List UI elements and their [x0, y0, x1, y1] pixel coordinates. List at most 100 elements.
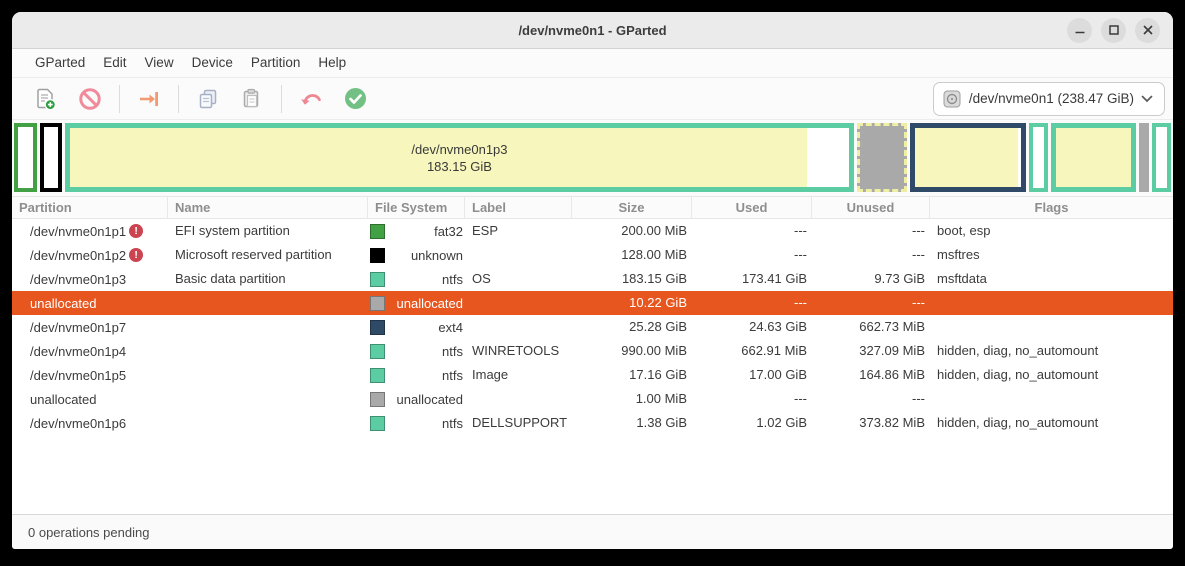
close-button[interactable] — [1135, 18, 1160, 43]
statusbar: 0 operations pending — [12, 514, 1173, 549]
partition-row-nvme0n1p6[interactable]: /dev/nvme0n1p6ntfsDELLSUPPORT1.38 GiB1.0… — [12, 411, 1173, 435]
resize-move-icon — [136, 86, 162, 112]
cell-label — [465, 315, 572, 339]
cell-used: 662.91 MiB — [692, 339, 812, 363]
partition-row-nvme0n1p2[interactable]: /dev/nvme0n1p2!Microsoft reserved partit… — [12, 243, 1173, 267]
titlebar[interactable]: /dev/nvme0n1 - GParted — [12, 12, 1173, 49]
cell-filesystem: ntfs — [368, 267, 465, 291]
partition-row-nvme0n1p1[interactable]: /dev/nvme0n1p1!EFI system partitionfat32… — [12, 219, 1173, 243]
column-header-label[interactable]: Label — [465, 197, 572, 218]
maximize-button[interactable] — [1101, 18, 1126, 43]
column-header-size[interactable]: Size — [572, 197, 692, 218]
column-header-file-system[interactable]: File System — [368, 197, 465, 218]
delete-partition-button[interactable] — [68, 82, 112, 116]
filesystem-name: unallocated — [385, 392, 463, 407]
cell-size: 1.38 GiB — [572, 411, 692, 435]
minimize-button[interactable] — [1067, 18, 1092, 43]
disk-segment-nvme0n1p5[interactable] — [1051, 123, 1136, 192]
new-partition-button[interactable] — [24, 82, 68, 116]
resize-move-button[interactable] — [127, 82, 171, 116]
window-title: /dev/nvme0n1 - GParted — [12, 23, 1173, 38]
cell-filesystem: unallocated — [368, 387, 465, 411]
cell-unused: --- — [812, 243, 930, 267]
partition-row-nvme0n1p7[interactable]: /dev/nvme0n1p7ext425.28 GiB24.63 GiB662.… — [12, 315, 1173, 339]
cell-used: --- — [692, 291, 812, 315]
cell-label: DELLSUPPORT — [465, 411, 572, 435]
menu-item-view[interactable]: View — [136, 49, 183, 77]
cell-label: ESP — [465, 219, 572, 243]
cell-size: 1.00 MiB — [572, 387, 692, 411]
partition-row-unallocated[interactable]: unallocatedunallocated10.22 GiB------ — [12, 291, 1173, 315]
disk-segment-nvme0n1p6[interactable] — [1152, 123, 1171, 192]
disk-segment-nvme0n1p3[interactable]: /dev/nvme0n1p3183.15 GiB — [65, 123, 853, 192]
cell-unused: 373.82 MiB — [812, 411, 930, 435]
cell-unused: 164.86 MiB — [812, 363, 930, 387]
cell-partition: /dev/nvme0n1p3 — [12, 267, 168, 291]
column-header-used[interactable]: Used — [692, 197, 812, 218]
menu-item-edit[interactable]: Edit — [94, 49, 135, 77]
cell-used: 24.63 GiB — [692, 315, 812, 339]
column-header-partition[interactable]: Partition — [12, 197, 168, 218]
filesystem-name: unallocated — [385, 296, 463, 311]
cell-label: WINRETOOLS — [465, 339, 572, 363]
paste-icon — [239, 86, 265, 112]
cell-flags: hidden, diag, no_automount — [930, 411, 1173, 435]
menu-item-partition[interactable]: Partition — [242, 49, 310, 77]
filesystem-color-swatch — [370, 320, 385, 335]
partition-row-nvme0n1p3[interactable]: /dev/nvme0n1p3Basic data partitionntfsOS… — [12, 267, 1173, 291]
disk-segment-nvme0n1p7[interactable] — [910, 123, 1026, 192]
cell-used: 173.41 GiB — [692, 267, 812, 291]
cell-partition: /dev/nvme0n1p2! — [12, 243, 168, 267]
disk-segment-nvme0n1p2[interactable] — [40, 123, 62, 192]
new-partition-icon — [33, 86, 59, 112]
cell-flags — [930, 387, 1173, 411]
disk-segment-nvme0n1p1[interactable] — [14, 123, 37, 192]
cell-label — [465, 243, 572, 267]
cell-used: 1.02 GiB — [692, 411, 812, 435]
column-header-name[interactable]: Name — [168, 197, 368, 218]
undo-icon — [298, 86, 324, 112]
filesystem-name: ntfs — [385, 344, 463, 359]
menu-item-device[interactable]: Device — [183, 49, 242, 77]
cell-flags — [930, 291, 1173, 315]
warning-icon: ! — [129, 224, 143, 238]
filesystem-color-swatch — [370, 344, 385, 359]
menu-item-gparted[interactable]: GParted — [26, 49, 94, 77]
delete-partition-icon — [77, 86, 103, 112]
copy-button[interactable] — [186, 82, 230, 116]
filesystem-color-swatch — [370, 272, 385, 287]
filesystem-color-swatch — [370, 224, 385, 239]
filesystem-color-swatch — [370, 392, 385, 407]
toolbar-separator — [119, 85, 120, 113]
disk-visual-bar: /dev/nvme0n1p3183.15 GiB — [14, 123, 1171, 192]
cell-flags: msftres — [930, 243, 1173, 267]
column-header-flags[interactable]: Flags — [930, 197, 1173, 218]
disk-segment-nvme0n1p4[interactable] — [1029, 123, 1048, 192]
partition-row-nvme0n1p4[interactable]: /dev/nvme0n1p4ntfsWINRETOOLS990.00 MiB66… — [12, 339, 1173, 363]
cell-name: Basic data partition — [168, 267, 368, 291]
cell-name: EFI system partition — [168, 219, 368, 243]
cell-name — [168, 363, 368, 387]
apply-button[interactable] — [333, 82, 377, 116]
cell-name: Microsoft reserved partition — [168, 243, 368, 267]
menu-item-help[interactable]: Help — [309, 49, 355, 77]
cell-partition: /dev/nvme0n1p5 — [12, 363, 168, 387]
close-icon — [1142, 24, 1154, 36]
cell-name — [168, 411, 368, 435]
partition-row-unallocated[interactable]: unallocatedunallocated1.00 MiB------ — [12, 387, 1173, 411]
used-space-fill — [915, 128, 1018, 187]
cell-used: 17.00 GiB — [692, 363, 812, 387]
cell-name — [168, 315, 368, 339]
filesystem-name: ext4 — [385, 320, 463, 335]
column-header-unused[interactable]: Unused — [812, 197, 930, 218]
disk-segment-unallocated-1[interactable] — [857, 123, 907, 192]
partition-row-nvme0n1p5[interactable]: /dev/nvme0n1p5ntfsImage17.16 GiB17.00 Gi… — [12, 363, 1173, 387]
disk-segment-unallocated-2[interactable] — [1139, 123, 1148, 192]
paste-button[interactable] — [230, 82, 274, 116]
disk-visual-area: /dev/nvme0n1p3183.15 GiB — [12, 119, 1173, 196]
filesystem-name: ntfs — [385, 272, 463, 287]
cell-size: 990.00 MiB — [572, 339, 692, 363]
device-selector-value: /dev/nvme0n1 (238.47 GiB) — [969, 91, 1134, 106]
device-selector[interactable]: /dev/nvme0n1 (238.47 GiB) — [933, 82, 1165, 116]
undo-button[interactable] — [289, 82, 333, 116]
